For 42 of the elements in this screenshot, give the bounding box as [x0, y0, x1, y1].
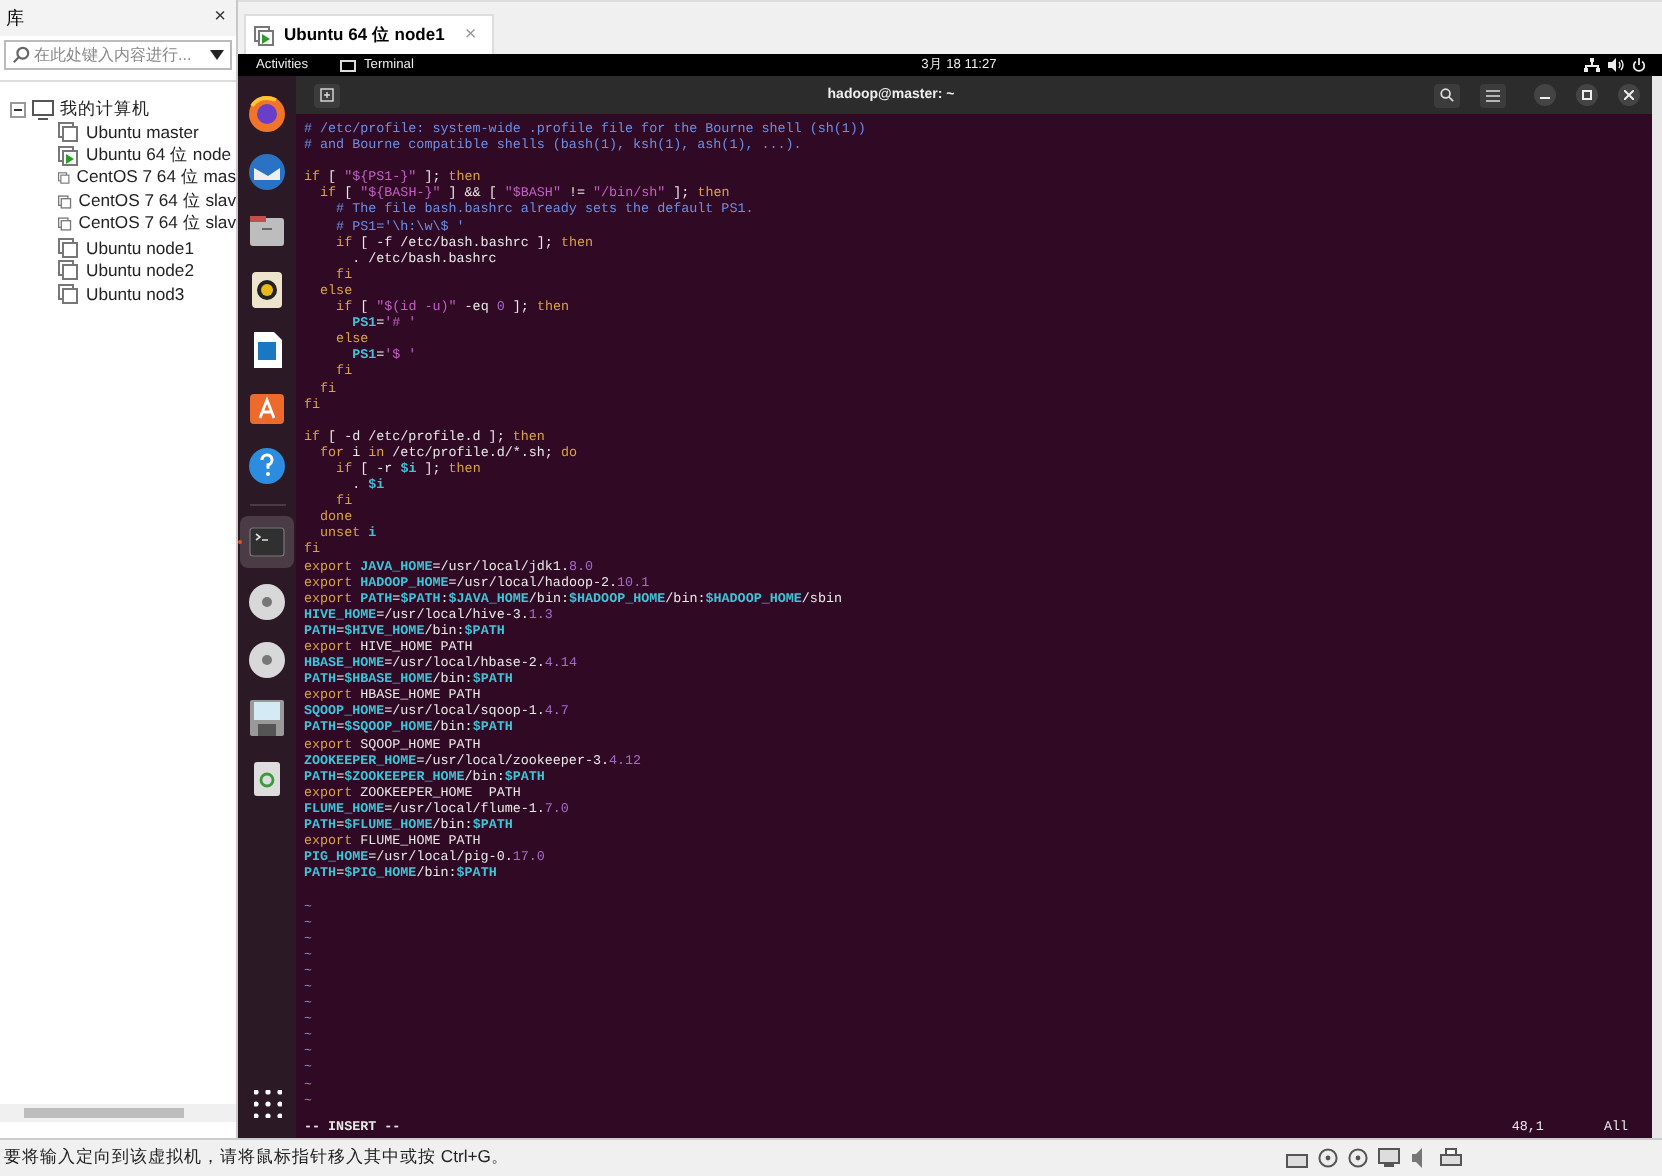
close-button[interactable]: ×	[210, 8, 230, 28]
tree-item[interactable]: CentOS 7 64 位 slav	[78, 189, 236, 214]
printer-icon[interactable]	[1440, 1148, 1462, 1168]
running-indicator	[238, 540, 242, 545]
tree-item[interactable]: CentOS 7 64 位 slav	[78, 212, 236, 237]
search-field[interactable]: 在此处键入内容进行...	[4, 40, 232, 70]
restore-icon	[1582, 90, 1592, 100]
maximize-button[interactable]	[1576, 84, 1598, 106]
search-button[interactable]	[1434, 83, 1460, 107]
vm-tab[interactable]: Ubuntu 64 位 node1 ×	[244, 14, 495, 54]
tree-item[interactable]: 我的计算机	[60, 97, 150, 122]
close-button[interactable]	[1618, 84, 1640, 106]
status-message: 要将输入定向到该虚拟机，请将鼠标指针移入其中或按 Ctrl+G。	[4, 1146, 509, 1170]
network-adapter-icon[interactable]	[1378, 1148, 1400, 1168]
disc-icon[interactable]	[1318, 1148, 1338, 1168]
tree-item[interactable]: Ubuntu nod3	[86, 283, 185, 304]
tab-label: Ubuntu 64 位 node1	[284, 23, 445, 47]
network-icon[interactable]	[1584, 58, 1600, 72]
search-icon	[12, 46, 30, 64]
tree-item[interactable]: Ubuntu master	[86, 122, 199, 143]
running-vm-icon	[254, 25, 276, 45]
plus-icon	[320, 88, 334, 102]
terminal-icon	[340, 59, 357, 71]
dropdown-caret-icon[interactable]	[210, 50, 224, 60]
menu-button[interactable]	[1480, 83, 1506, 107]
tree-item[interactable]: Ubuntu node2	[86, 260, 194, 281]
tree-item[interactable]: Ubuntu node1	[86, 237, 194, 258]
search-icon	[1440, 88, 1454, 102]
tree-item[interactable]: CentOS 7 64 位 mas	[76, 166, 236, 191]
collapse-toggle-icon[interactable]	[10, 101, 26, 118]
menu-icon	[1486, 89, 1500, 101]
scrollbar-thumb[interactable]	[24, 1108, 184, 1118]
app-grid-icon[interactable]	[253, 1090, 281, 1118]
power-icon[interactable]	[1632, 58, 1646, 72]
panel-title: 库	[6, 5, 24, 31]
tree-item[interactable]: Ubuntu 64 位 node	[86, 143, 232, 168]
minimize-button[interactable]	[1534, 84, 1556, 106]
close-icon	[1624, 90, 1634, 100]
new-tab-button[interactable]	[314, 83, 340, 107]
disc-icon[interactable]	[1348, 1148, 1368, 1168]
volume-icon[interactable]	[1608, 58, 1624, 72]
computer-icon	[32, 99, 54, 120]
